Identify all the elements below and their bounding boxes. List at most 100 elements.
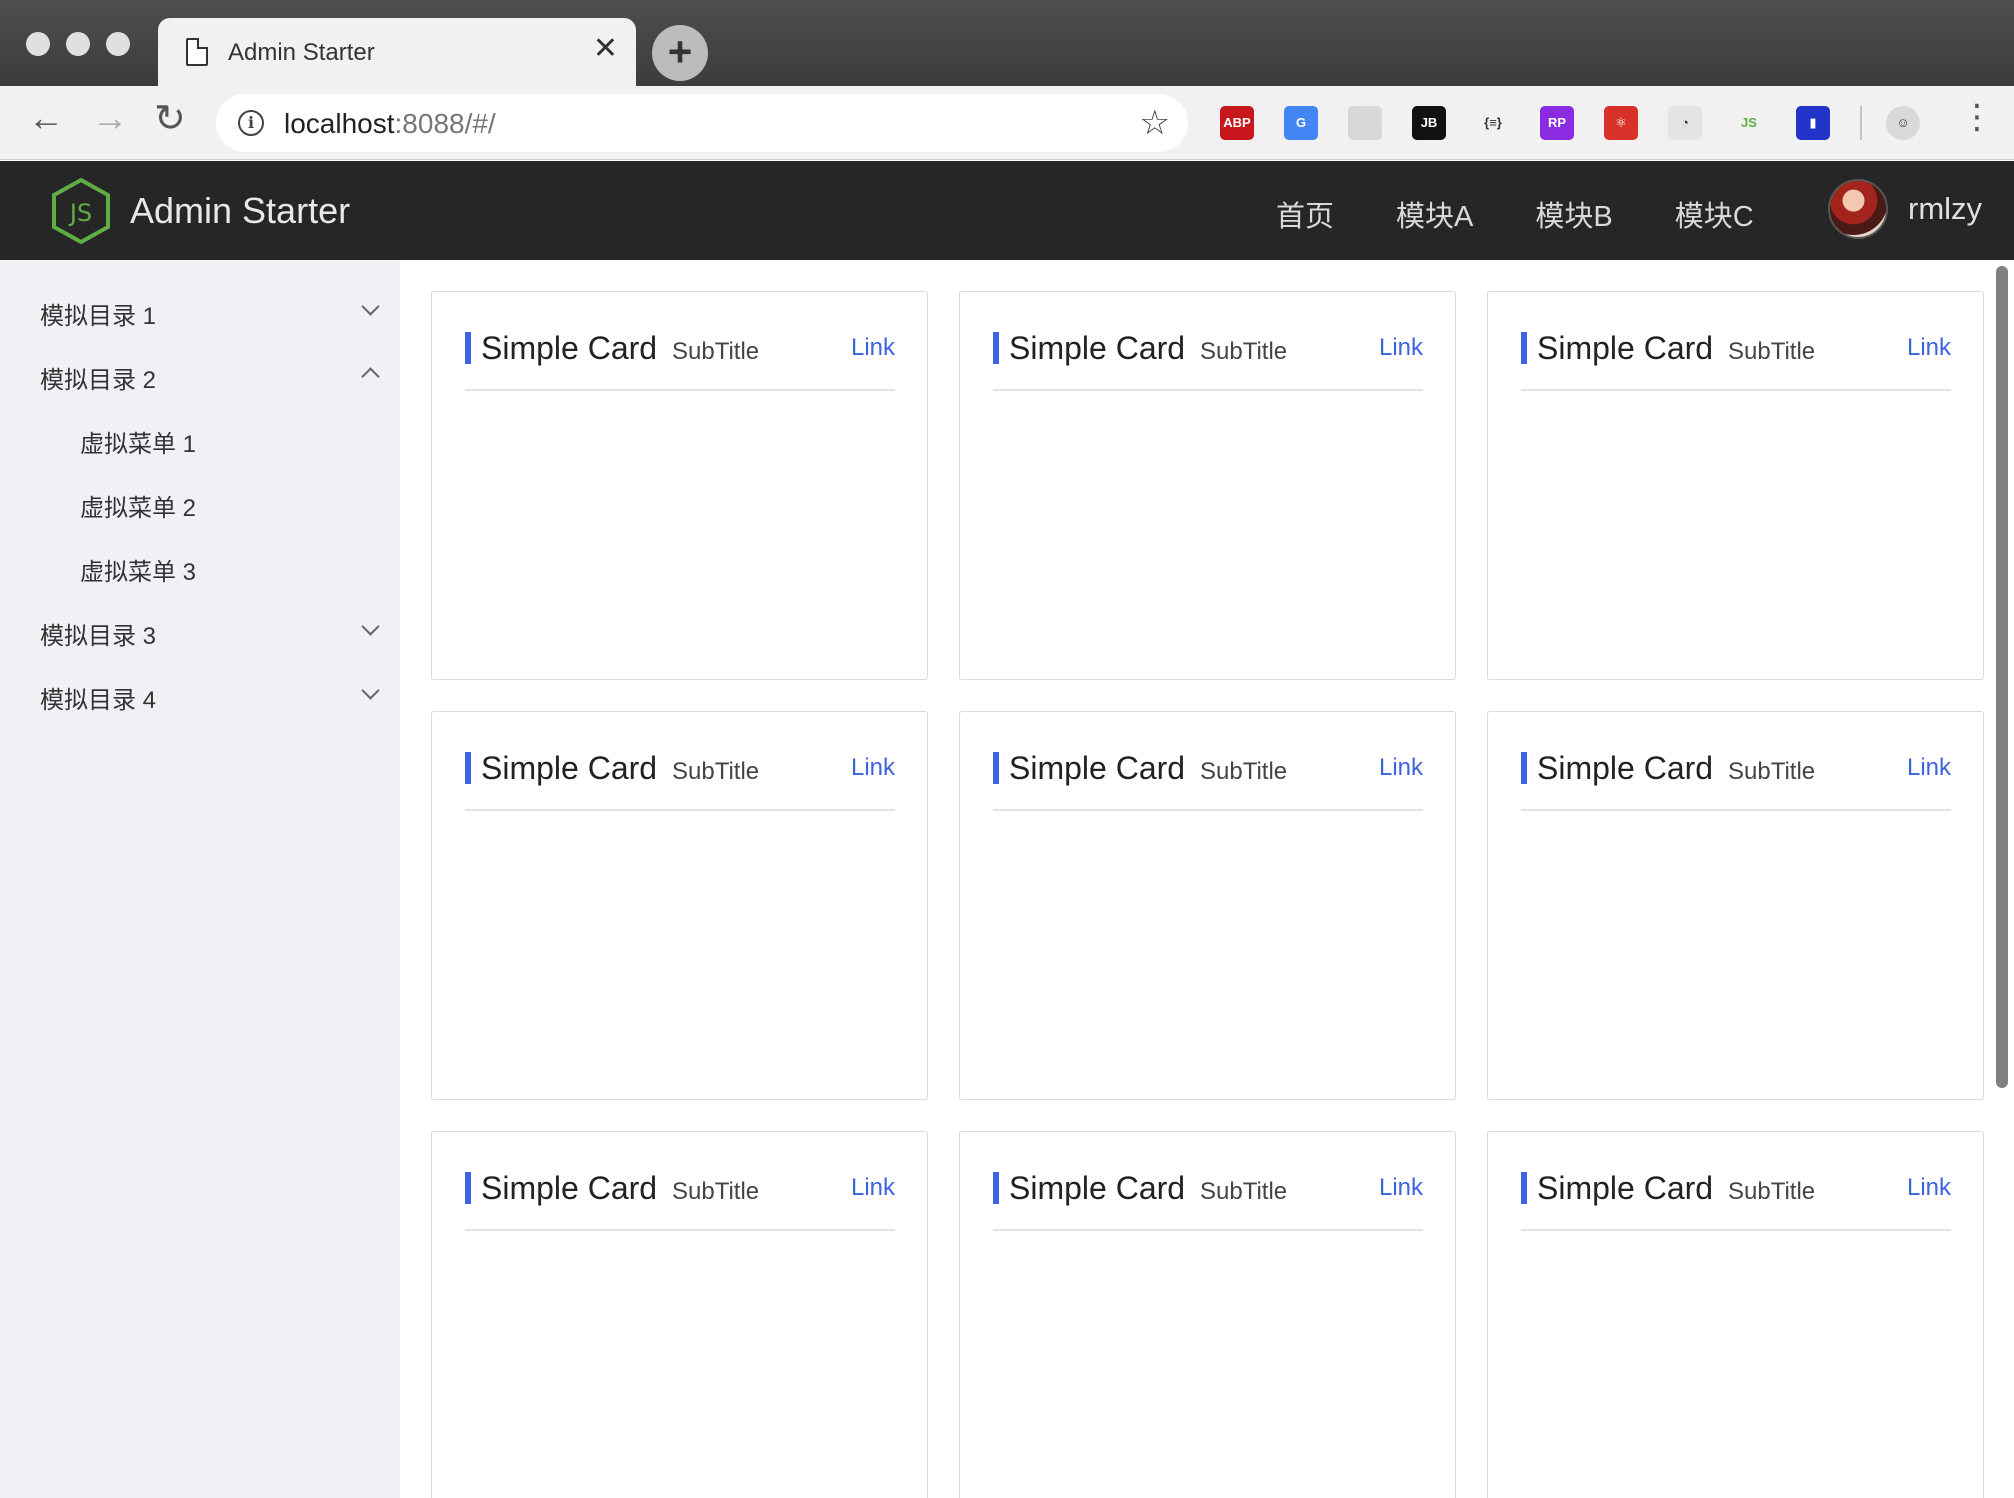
card-accent-bar	[465, 332, 471, 364]
window-close-dot[interactable]	[26, 32, 50, 56]
card-link[interactable]: Link	[1379, 1174, 1423, 1202]
top-nav-module-c[interactable]: 模块C	[1675, 193, 1754, 235]
card-title: Simple Card	[1009, 750, 1186, 786]
google-translate-icon[interactable]: G	[1284, 106, 1318, 140]
card-title: Simple Card	[1009, 330, 1186, 366]
card-accent-bar	[1521, 332, 1527, 364]
url-host: localhost	[284, 108, 395, 139]
card-accent-bar	[1521, 752, 1527, 784]
card-link[interactable]: Link	[851, 334, 895, 362]
top-nav-module-b[interactable]: 模块B	[1535, 193, 1612, 235]
browser-menu-icon[interactable]: ⋮	[1960, 100, 1994, 134]
card: Simple Card SubTitle Link	[1487, 291, 1984, 680]
user-avatar[interactable]	[1828, 179, 1888, 239]
window-minimize-dot[interactable]	[66, 32, 90, 56]
card-subtitle: SubTitle	[672, 758, 760, 785]
card-subtitle: SubTitle	[1200, 338, 1288, 365]
adblock-plus-icon[interactable]: ABP	[1220, 106, 1254, 140]
card-subtitle: SubTitle	[672, 1178, 760, 1205]
tab-close-icon[interactable]: ✕	[593, 34, 618, 64]
sidebar-subitem-2[interactable]: 虚拟菜单 2	[80, 488, 196, 523]
chevron-down-icon[interactable]	[361, 297, 380, 316]
url-text[interactable]: localhost:8088/#/	[284, 108, 496, 140]
card-title: Simple Card	[481, 1170, 658, 1206]
app-root: Admin Starter ✕ + ← → ↻ i localhost:8088…	[0, 0, 2014, 1498]
sidebar-subitem-3[interactable]: 虚拟菜单 3	[80, 552, 196, 587]
card-link[interactable]: Link	[851, 1174, 895, 1202]
chevron-up-icon[interactable]	[361, 367, 380, 386]
card-divider	[465, 389, 895, 391]
card-link[interactable]: Link	[1379, 754, 1423, 782]
card-divider	[993, 389, 1423, 391]
card-title: Simple Card	[1537, 1170, 1714, 1206]
card-title: Simple Card	[1537, 750, 1714, 786]
card-divider	[993, 1229, 1423, 1231]
main-content: Simple Card SubTitle Link Simple Card Su…	[400, 260, 2014, 1498]
sidebar: 模拟目录 1 模拟目录 2 虚拟菜单 1 虚拟菜单 2 虚拟菜单 3 模拟目录 …	[0, 260, 400, 1498]
site-info-icon[interactable]: i	[238, 110, 264, 136]
chevron-down-icon[interactable]	[361, 681, 380, 700]
card-subtitle: SubTitle	[1200, 1178, 1288, 1205]
card: Simple Card SubTitle Link	[959, 1131, 1456, 1498]
card-divider	[465, 809, 895, 811]
sidebar-item-dir-2[interactable]: 模拟目录 2	[40, 360, 156, 395]
card-accent-bar	[465, 752, 471, 784]
forward-arrow-icon[interactable]: →	[92, 100, 128, 136]
card-link[interactable]: Link	[1907, 334, 1951, 362]
card-accent-bar	[1521, 1172, 1527, 1204]
card-subtitle: SubTitle	[1728, 1178, 1816, 1205]
card-title: Simple Card	[481, 750, 658, 786]
jetbrains-icon[interactable]: JB	[1412, 106, 1446, 140]
profile-avatar-icon[interactable]: ☺	[1886, 106, 1920, 140]
card-accent-bar	[465, 1172, 471, 1204]
nodejs-logo-icon[interactable]: JS	[50, 177, 112, 245]
card-subtitle: SubTitle	[672, 338, 760, 365]
sidebar-item-dir-1[interactable]: 模拟目录 1	[40, 296, 156, 331]
card-link[interactable]: Link	[1379, 334, 1423, 362]
new-tab-button[interactable]: +	[652, 25, 708, 81]
browser-tab-active[interactable]: Admin Starter ✕	[158, 18, 636, 86]
sidebar-item-dir-3[interactable]: 模拟目录 3	[40, 616, 156, 651]
card: Simple Card SubTitle Link	[959, 291, 1456, 680]
card: Simple Card SubTitle Link	[431, 1131, 928, 1498]
card-title: Simple Card	[1537, 330, 1714, 366]
back-arrow-icon[interactable]: ←	[28, 100, 64, 136]
bookmark-star-icon[interactable]: ☆	[1140, 103, 1170, 143]
card-accent-bar	[993, 752, 999, 784]
nodejs-extension-icon[interactable]: JS	[1732, 106, 1766, 140]
svg-text:JS: JS	[68, 199, 92, 227]
sidebar-subitem-1[interactable]: 虚拟菜单 1	[80, 424, 196, 459]
toolbar-divider	[1860, 106, 1862, 140]
url-path: :8088/#/	[394, 108, 496, 139]
browser-toolbar: ← → ↻ i localhost:8088/#/ ☆ ABP G JB {≡} RP ⚛…	[0, 86, 2014, 160]
card-divider	[1521, 809, 1951, 811]
top-nav-module-a[interactable]: 模块A	[1396, 193, 1473, 235]
chevron-down-icon[interactable]	[361, 617, 380, 636]
card-link[interactable]: Link	[851, 754, 895, 782]
card-link[interactable]: Link	[1907, 754, 1951, 782]
lighthouse-icon[interactable]: ▮	[1796, 106, 1830, 140]
card-divider	[1521, 389, 1951, 391]
card: Simple Card SubTitle Link	[431, 711, 928, 1100]
speed-dashboard-icon[interactable]: ◔	[1668, 106, 1702, 140]
top-nav-home[interactable]: 首页	[1276, 193, 1334, 235]
card: Simple Card SubTitle Link	[431, 291, 928, 680]
card-title: Simple Card	[481, 330, 658, 366]
window-zoom-dot[interactable]	[106, 32, 130, 56]
brand-title[interactable]: Admin Starter	[130, 190, 350, 232]
username[interactable]: rmlzy	[1908, 191, 1982, 227]
top-nav: 首页 模块A 模块B 模块C	[1276, 193, 1754, 235]
card-link[interactable]: Link	[1907, 1174, 1951, 1202]
axure-rp-icon[interactable]: RP	[1540, 106, 1574, 140]
address-bar[interactable]: i localhost:8088/#/ ☆	[216, 94, 1188, 152]
card: Simple Card SubTitle Link	[1487, 1131, 1984, 1498]
scrollbar-thumb[interactable]	[1996, 266, 2008, 1088]
sitemap-extension-icon[interactable]	[1348, 106, 1382, 140]
react-devtools-icon[interactable]: ⚛	[1604, 106, 1638, 140]
sidebar-item-dir-4[interactable]: 模拟目录 4	[40, 680, 156, 715]
browser-tab-strip: Admin Starter ✕ +	[0, 0, 2014, 86]
card-subtitle: SubTitle	[1200, 758, 1288, 785]
json-viewer-icon[interactable]: {≡}	[1476, 106, 1510, 140]
reload-icon[interactable]: ↻	[154, 100, 186, 138]
card: Simple Card SubTitle Link	[1487, 711, 1984, 1100]
